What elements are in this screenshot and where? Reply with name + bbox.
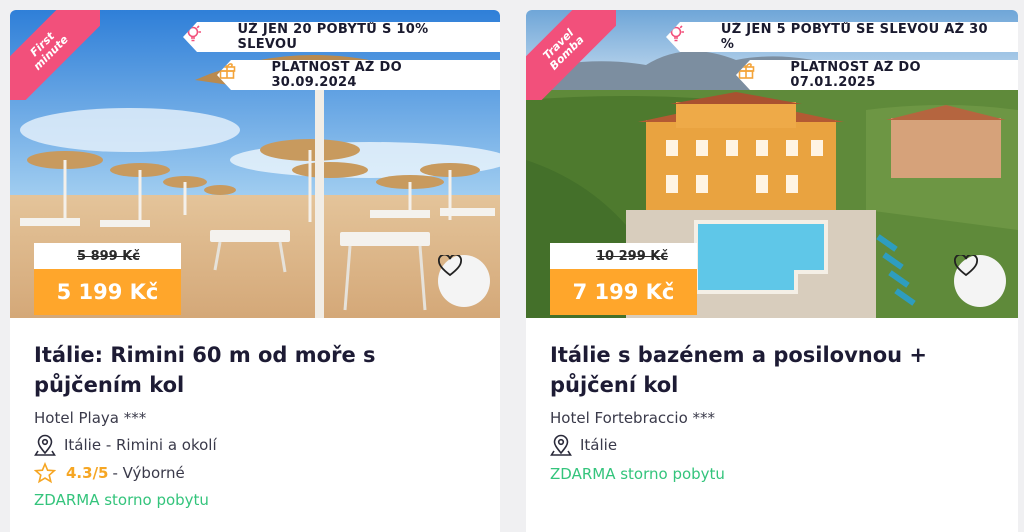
free-cancellation: ZDARMA storno pobytu (34, 491, 209, 509)
old-price: 5 899 Kč (34, 243, 181, 269)
location: Itálie (550, 434, 617, 456)
offer-title[interactable]: Itálie: Rimini 60 m od moře s půjčením k… (34, 340, 474, 400)
rating-text: - Výborné (112, 464, 185, 482)
validity-tag: PLATNOST AŽ DO 07.01.2025 (736, 60, 1018, 90)
first-minute-corner-badge: First minute (10, 10, 100, 100)
favorite-button[interactable] (954, 255, 1006, 307)
hotel-photo-beach[interactable]: First minute UŽ JEN 20 POBYTŮ S 10% SLEV… (10, 10, 500, 318)
offer-card-fortebraccio[interactable]: Travel Bomba UŽ JEN 5 POBYTŮ SE SLEVOU A… (526, 10, 1018, 532)
validity-text: PLATNOST AŽ DO 07.01.2025 (790, 60, 921, 90)
favorite-button[interactable] (438, 255, 490, 307)
heart-icon (954, 255, 978, 277)
old-price: 10 299 Kč (550, 243, 697, 269)
limited-offer-tag: UŽ JEN 20 POBYTŮ S 10% SLEVOU (183, 22, 500, 52)
gift-icon (737, 63, 781, 85)
limited-offer-text: UŽ JEN 5 POBYTŮ SE SLEVOU AŽ 30 % (720, 22, 988, 52)
map-pin-icon (550, 434, 572, 456)
limited-offer-tag: UŽ JEN 5 POBYTŮ SE SLEVOU AŽ 30 % (666, 22, 1018, 52)
validity-tag: PLATNOST AŽ DO 30.09.2024 (217, 60, 500, 90)
location-text: Itálie (580, 436, 618, 454)
hotel-photo-villa[interactable]: Travel Bomba UŽ JEN 5 POBYTŮ SE SLEVOU A… (526, 10, 1018, 318)
corner-label: First minute (27, 29, 71, 73)
lightbulb-icon (668, 23, 712, 47)
lightbulb-icon (185, 23, 228, 47)
location: Itálie - Rimini a okolí (34, 434, 217, 456)
rating-score: 4.3/5 (66, 464, 109, 482)
gift-icon (218, 63, 262, 85)
new-price: 7 199 Kč (550, 269, 697, 315)
validity-text: PLATNOST AŽ DO 30.09.2024 (271, 60, 402, 90)
limited-offer-text: UŽ JEN 20 POBYTŮ S 10% SLEVOU (237, 22, 429, 52)
hotel-name: Hotel Fortebraccio *** (550, 409, 716, 427)
free-cancellation: ZDARMA storno pobytu (550, 465, 725, 483)
map-pin-icon (34, 434, 56, 456)
offer-card-rimini[interactable]: First minute UŽ JEN 20 POBYTŮ S 10% SLEV… (10, 10, 500, 532)
new-price: 5 199 Kč (34, 269, 181, 315)
rating: 4.3/5 - Výborné (34, 462, 185, 484)
offer-title[interactable]: Itálie s bazénem a posilovnou + půjčení … (550, 340, 990, 400)
location-text: Itálie - Rimini a okolí (64, 436, 217, 454)
star-icon (34, 462, 56, 484)
heart-icon (438, 255, 462, 277)
travel-bomba-corner-badge: Travel Bomba (526, 10, 616, 100)
hotel-name: Hotel Playa *** (34, 409, 147, 427)
corner-label: Travel Bomba (540, 26, 587, 73)
